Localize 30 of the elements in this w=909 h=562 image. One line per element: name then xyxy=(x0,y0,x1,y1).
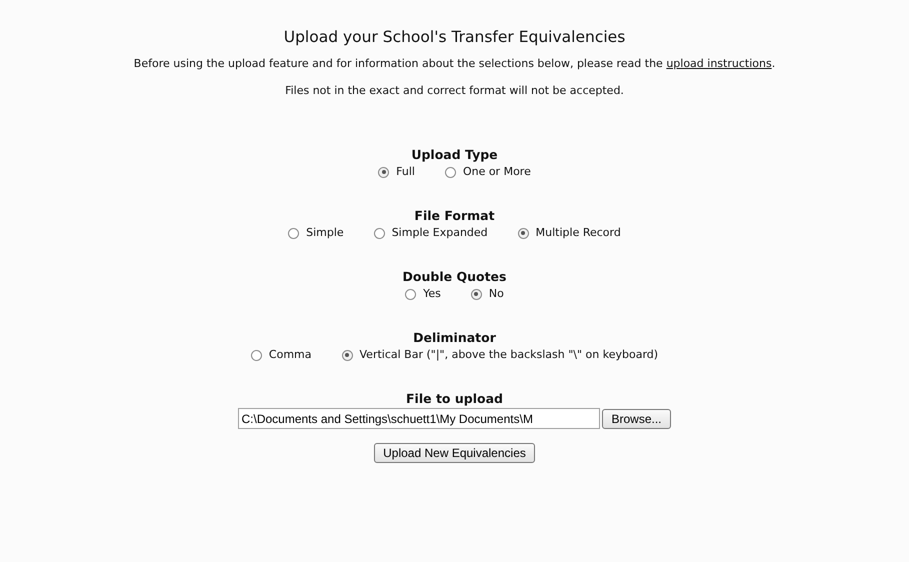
radio-button[interactable] xyxy=(288,228,300,238)
option-label: Comma xyxy=(268,348,312,362)
page-title: Upload your School's Transfer Equivalencies xyxy=(282,28,626,46)
option-label: Yes xyxy=(423,287,441,301)
option-label: Vertical Bar ("|", above the backslash "\" on keyboard) xyxy=(360,348,658,362)
intro-text: Before using the upload feature and for information about the selections below, please read the upload instructions. xyxy=(132,57,776,70)
option-label: One or More xyxy=(462,165,531,179)
upload-button[interactable]: Upload New Equivalencies xyxy=(374,443,535,463)
radio-button[interactable] xyxy=(518,228,529,238)
option-label: Simple xyxy=(306,226,344,240)
radio-button[interactable] xyxy=(405,288,416,300)
radio-button[interactable] xyxy=(470,288,482,300)
group-heading: File to upload xyxy=(405,391,504,406)
instructions-link[interactable]: upload instructions xyxy=(666,57,772,70)
group-heading: Deliminator xyxy=(412,330,497,345)
file-path-field[interactable]: C:\Documents and Settings\schuett1\My Documents\M xyxy=(238,408,600,429)
group-heading: File Format xyxy=(413,208,496,223)
radio-button[interactable] xyxy=(444,166,456,178)
option-label: No xyxy=(488,287,504,301)
option-label: Full xyxy=(396,165,415,179)
option-label: Simple Expanded xyxy=(392,226,488,240)
group-heading: Upload Type xyxy=(410,147,499,162)
notice-text: Files not in the exact and correct format will not be accepted. xyxy=(284,84,625,97)
group-heading: Double Quotes xyxy=(402,269,508,284)
option-label: Multiple Record xyxy=(536,226,621,240)
browse-button[interactable]: Browse... xyxy=(602,408,670,428)
radio-button[interactable] xyxy=(374,228,385,238)
radio-button[interactable] xyxy=(342,350,352,360)
radio-button[interactable] xyxy=(378,166,390,178)
radio-button[interactable] xyxy=(250,350,262,360)
